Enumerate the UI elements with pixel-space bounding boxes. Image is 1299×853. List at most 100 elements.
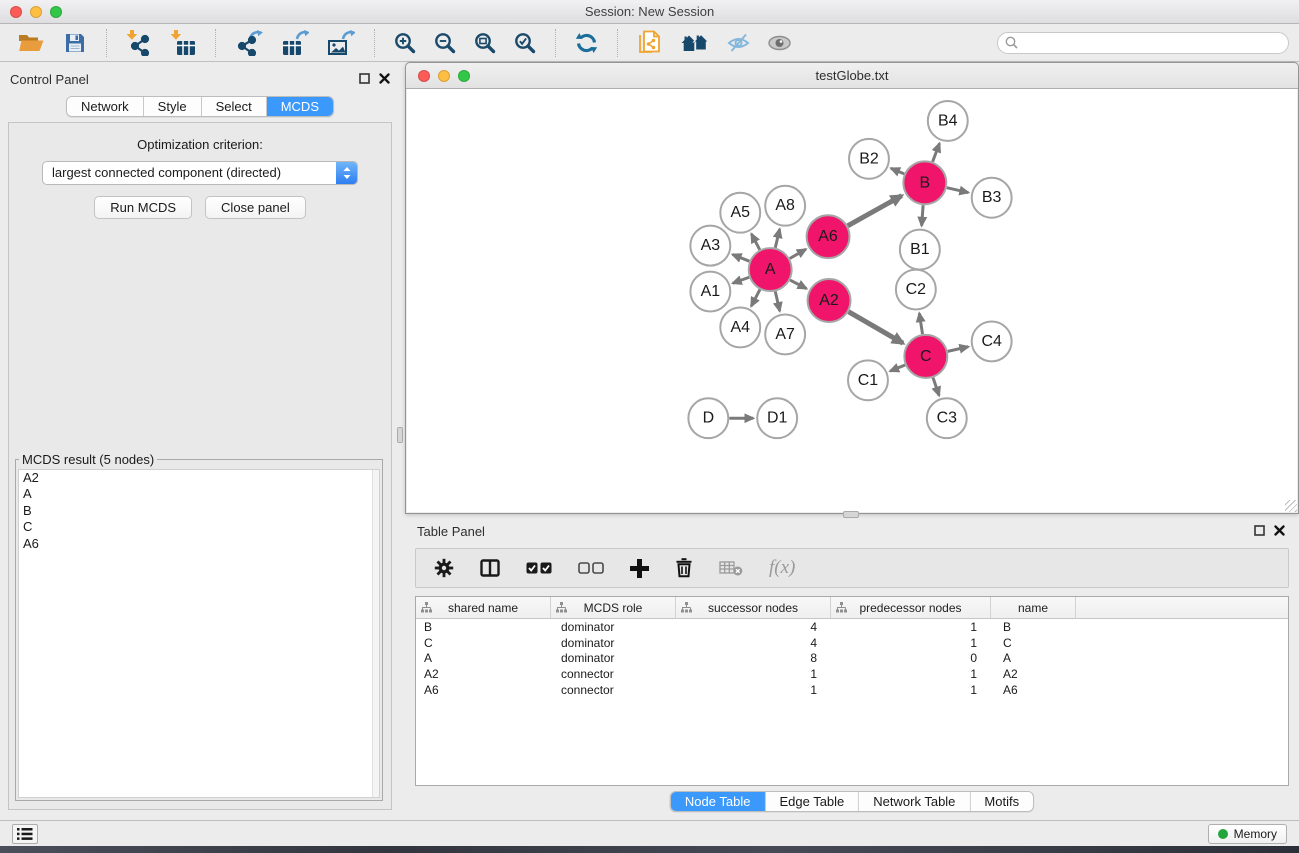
tab-edge-table[interactable]: Edge Table [765,792,859,811]
column-header-MCDS-role[interactable]: MCDS role [551,597,676,618]
float-table-panel-button[interactable] [1254,525,1265,536]
edge-B-B4[interactable] [933,143,940,161]
vertical-splitter-handle[interactable] [397,427,403,443]
refresh-view-button[interactable] [573,30,600,56]
column-header-shared-name[interactable]: shared name [416,597,551,618]
gear-icon [434,558,454,578]
network-file-icon [637,30,663,56]
tab-style[interactable]: Style [144,97,202,116]
network-document-button[interactable] [635,28,665,58]
edge-B-B1[interactable] [922,205,923,226]
edge-A-A8[interactable] [775,229,779,248]
session-title: Session: New Session [0,4,1299,19]
close-panel-button-mcds[interactable]: Close panel [205,196,306,219]
edge-C-C3[interactable] [933,378,939,396]
edge-B-B3[interactable] [947,188,969,193]
table-row[interactable]: A2connector11A2 [416,666,1288,682]
delete-columns-button[interactable] [675,558,693,578]
table-row[interactable]: Bdominator41B [416,619,1288,635]
zoom-fit-button[interactable] [472,30,498,56]
memory-button[interactable]: Memory [1208,824,1287,844]
criterion-dropdown[interactable]: largest connected component (directed) [42,161,358,185]
import-table-button[interactable] [168,28,198,58]
export-network-button[interactable] [233,28,265,58]
zoom-in-button[interactable] [392,30,418,56]
task-history-button[interactable] [12,824,38,844]
home-view-button[interactable] [679,30,711,56]
edge-A-A2[interactable] [790,280,806,289]
deselect-all-checkboxes-button[interactable] [578,562,604,574]
export-image-button[interactable] [325,28,357,58]
tab-mcds[interactable]: MCDS [267,97,333,116]
column-header-successor-nodes[interactable]: successor nodes [676,597,831,618]
tab-network-table[interactable]: Network Table [859,792,970,811]
edge-A-A7[interactable] [775,291,779,311]
edge-A-A5[interactable] [751,234,759,250]
search-input[interactable] [1023,36,1288,50]
column-header-predecessor-nodes[interactable]: predecessor nodes [831,597,991,618]
table-settings-button[interactable] [434,558,454,578]
criterion-value: largest connected component (directed) [43,162,357,184]
edge-B-B2[interactable] [891,168,904,174]
edge-A-A6[interactable] [790,249,806,258]
scrollbar-track[interactable] [372,470,379,797]
export-network-icon [235,30,263,56]
edge-C-C2[interactable] [919,313,922,334]
table-row[interactable]: Adominator80A [416,651,1288,667]
mcds-result-item[interactable]: B [19,503,379,519]
network-window-titlebar[interactable]: testGlobe.txt [406,63,1298,89]
table-row[interactable]: A6connector11A6 [416,682,1288,698]
hierarchy-icon [421,602,432,613]
mcds-result-title: MCDS result (5 nodes) [19,452,157,467]
tab-select[interactable]: Select [202,97,267,116]
edge-A2-C[interactable] [849,312,903,344]
table-cell: A6 [416,683,551,697]
delete-table-button[interactable] [719,560,743,576]
close-panel-button[interactable] [379,73,390,84]
zoom-selected-icon [514,32,536,54]
resize-grip[interactable] [1285,500,1297,512]
edge-A-A4[interactable] [751,290,760,307]
export-table-button[interactable] [279,28,311,58]
tab-node-table[interactable]: Node Table [671,792,766,811]
tab-network[interactable]: Network [67,97,144,116]
open-session-button[interactable] [15,30,47,56]
node-label-A2: A2 [819,292,839,309]
show-visibility-button[interactable] [766,32,793,54]
zoom-selected-button[interactable] [512,30,538,56]
mcds-result-item[interactable]: C [19,519,379,535]
run-mcds-button[interactable]: Run MCDS [94,196,192,219]
hide-visibility-button[interactable] [725,31,752,55]
save-session-button[interactable] [61,29,89,57]
import-network-button[interactable] [124,28,154,58]
edge-A6-B[interactable] [848,196,902,226]
edge-A-A1[interactable] [733,277,749,283]
node-label-C2: C2 [906,281,927,298]
mcds-result-item[interactable]: A [19,486,379,502]
edge-C-C1[interactable] [890,365,905,371]
add-column-button[interactable] [630,559,649,578]
table-panel-title: Table Panel [417,524,485,539]
optimization-criterion-label: Optimization criterion: [9,137,391,152]
node-label-A4: A4 [731,319,751,336]
mcds-result-item[interactable]: A2 [19,470,379,486]
table-row[interactable]: Cdominator41C [416,635,1288,651]
close-table-panel-button[interactable] [1274,525,1285,536]
mcds-result-list[interactable]: A2ABCA6 [18,469,380,798]
select-all-checkboxes-button[interactable] [526,562,552,574]
mcds-result-item[interactable]: A6 [19,536,379,552]
float-panel-button[interactable] [359,73,370,84]
tab-motifs[interactable]: Motifs [970,792,1033,811]
zoom-out-button[interactable] [432,30,458,56]
open-folder-icon [17,32,45,54]
network-canvas[interactable]: B4B2BB3A5A8A6A3B1AA1C2A2A4A7C4CC1C3DD1 [407,89,1297,512]
table-cell: C [416,636,551,650]
apply-function-button[interactable]: f(x) [769,557,795,579]
table-cell: connector [551,667,676,681]
horizontal-splitter-handle[interactable] [843,511,859,518]
edge-C-C4[interactable] [948,347,969,352]
table-cell: 1 [676,667,831,681]
edge-A-A3[interactable] [733,255,750,262]
split-columns-button[interactable] [480,559,500,577]
column-header-name[interactable]: name [991,597,1076,618]
